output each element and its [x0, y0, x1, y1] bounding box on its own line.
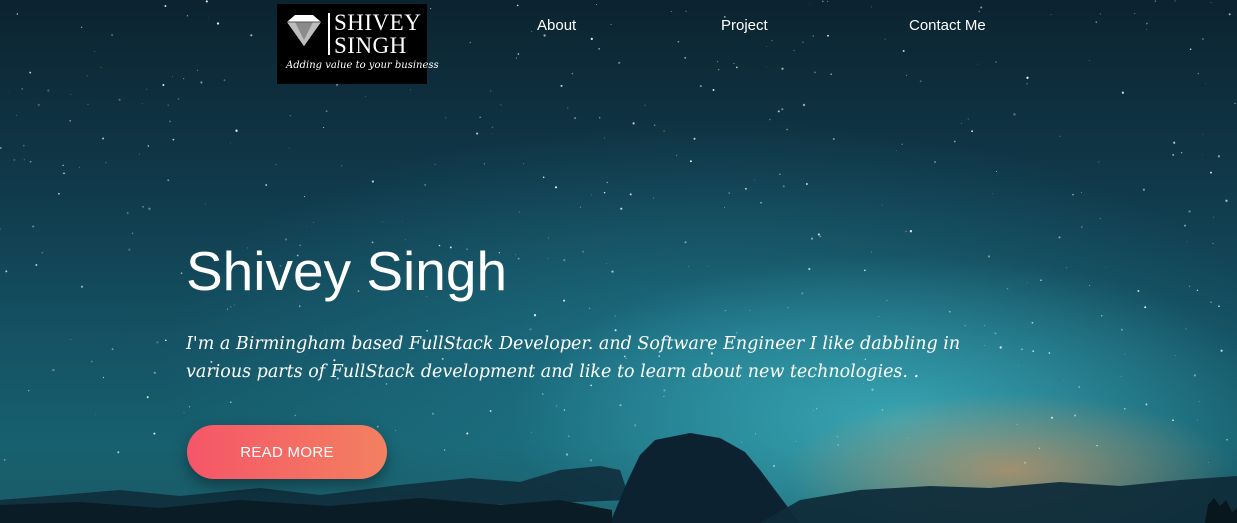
logo-divider — [328, 13, 330, 55]
logo-tagline: Adding value to your business — [286, 60, 439, 71]
diamond-icon — [287, 15, 321, 46]
hero-section: SHIVEY SINGH Adding value to your busine… — [0, 0, 1237, 523]
logo-name-last: SINGH — [334, 33, 407, 58]
nav-link-project[interactable]: Project — [721, 17, 768, 34]
site-logo[interactable]: SHIVEY SINGH Adding value to your busine… — [277, 4, 439, 84]
logo-name-first: SHIVEY — [334, 10, 422, 35]
nav-link-contact-me[interactable]: Contact Me — [909, 17, 986, 34]
hero-title: Shivey Singh — [186, 240, 508, 302]
hero-description: I'm a Birmingham based FullStack Develop… — [186, 334, 961, 382]
read-more-button[interactable]: READ MORE — [187, 425, 387, 479]
nav-link-about[interactable]: About — [537, 17, 576, 34]
